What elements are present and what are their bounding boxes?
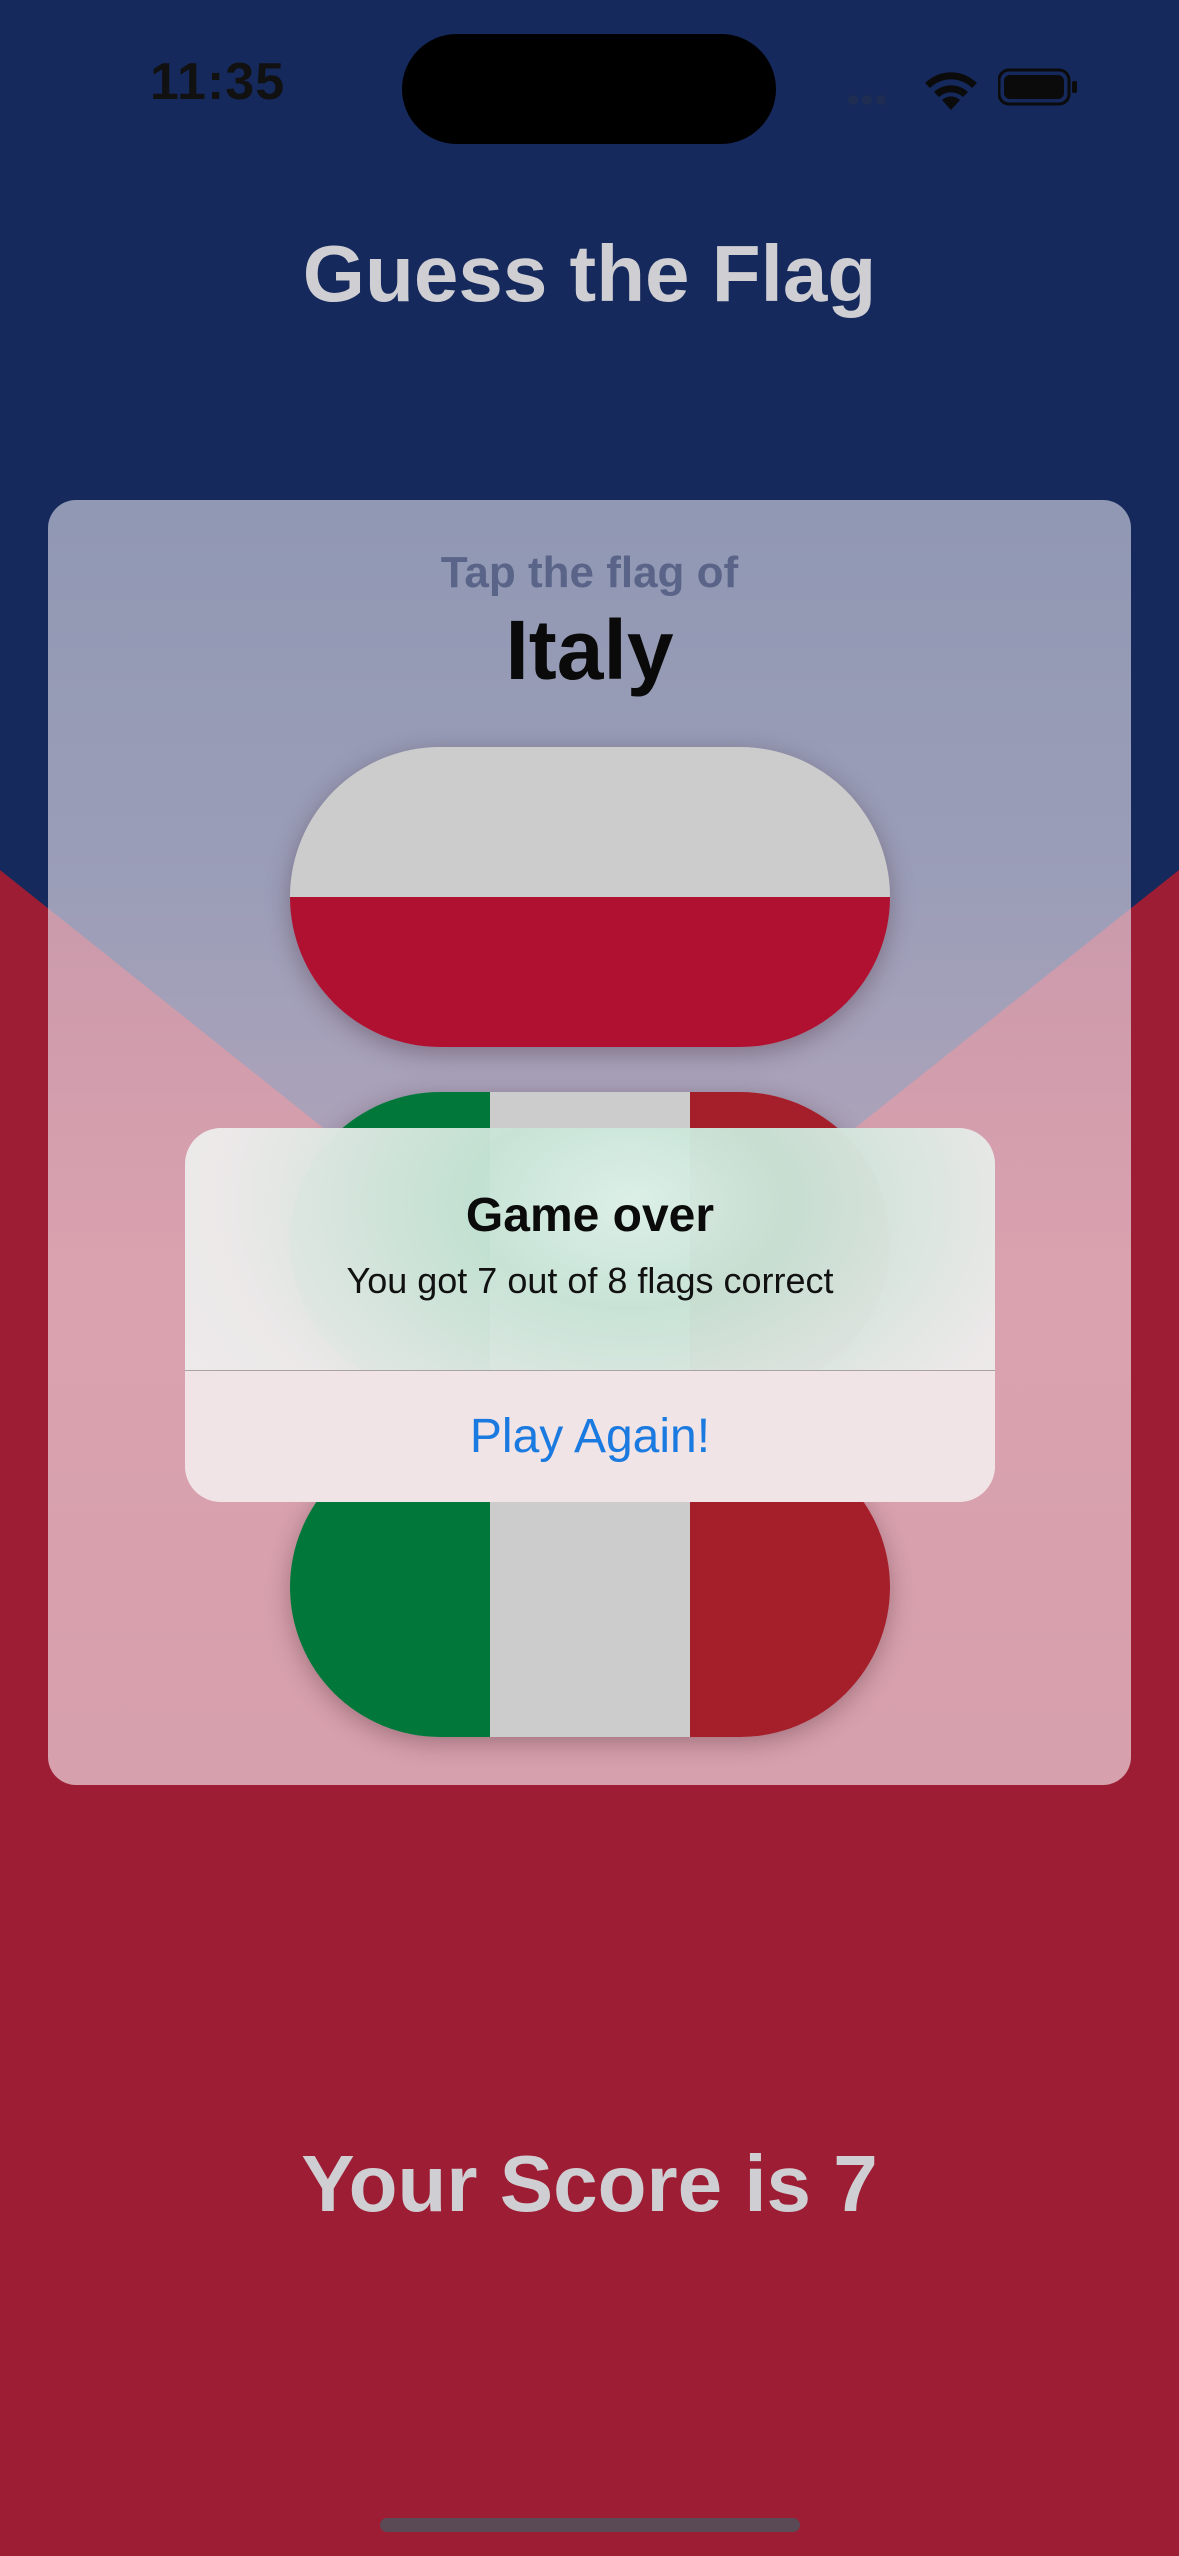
alert-title: Game over — [465, 1189, 715, 1242]
app-title: Guess the Flag — [302, 229, 877, 318]
flag-button-poland[interactable] — [290, 747, 890, 1047]
game-over-alert: Game over You got 7 out of 8 flags corre… — [185, 1128, 995, 1502]
poland-flag-white-stripe — [290, 747, 890, 897]
wifi-icon — [925, 72, 977, 110]
battery-icon — [998, 68, 1077, 106]
poland-flag-red-stripe — [290, 897, 890, 1047]
play-again-button[interactable]: Play Again! — [185, 1371, 995, 1502]
alert-message: You got 7 out of 8 flags correct — [346, 1260, 834, 1301]
prompt-instruction: Tap the flag of — [440, 548, 739, 597]
status-bar: 11:35 — [0, 0, 1179, 170]
status-time: 11:35 — [150, 53, 286, 111]
dynamic-island — [402, 34, 776, 144]
score-label: Your Score is 7 — [301, 2139, 878, 2228]
target-country: Italy — [505, 603, 674, 697]
cellular-signal-icon — [848, 92, 908, 106]
home-indicator[interactable] — [380, 2518, 800, 2532]
